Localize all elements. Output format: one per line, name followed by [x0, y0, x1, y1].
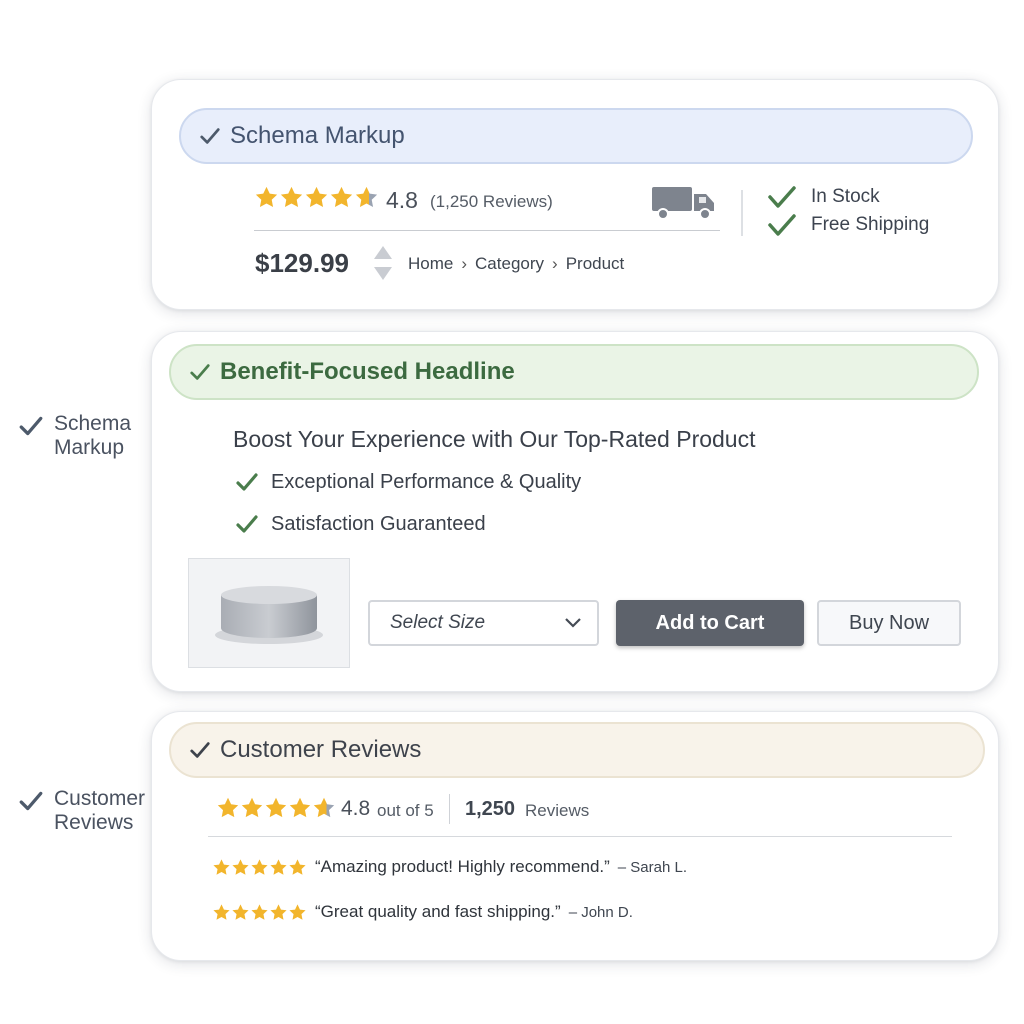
- product-thumbnail[interactable]: [188, 558, 350, 668]
- breadcrumb-home[interactable]: Home: [408, 254, 453, 274]
- rating-stars: [254, 185, 379, 210]
- star-icon: [269, 903, 288, 922]
- add-to-cart-button[interactable]: Add to Cart: [616, 600, 804, 646]
- product-price: $129.99: [255, 248, 349, 278]
- breadcrumb: Home › Category › Product: [408, 254, 624, 274]
- size-select-value: Select Size: [390, 612, 486, 633]
- breadcrumb-category[interactable]: Category: [475, 254, 544, 274]
- customer-reviews-card: Customer Reviews 4.8 out of 5 1,250 Revi…: [151, 711, 999, 961]
- side-label-text: Customer Reviews: [54, 787, 146, 834]
- summary-out-of: out of 5: [377, 801, 434, 820]
- star-icon: [288, 858, 307, 877]
- review-stars: [212, 903, 307, 922]
- side-label-customer-reviews: Customer Reviews: [18, 787, 154, 835]
- review-author: – John D.: [568, 903, 633, 921]
- side-label-schema-markup: Schema Markup: [18, 412, 154, 460]
- review-total: 1,250: [465, 798, 516, 820]
- schema-markup-header: Schema Markup: [179, 108, 973, 164]
- star-icon: [231, 858, 250, 877]
- benefit-bullet-text: Exceptional Performance & Quality: [271, 470, 582, 493]
- review-item: “Amazing product! Highly recommend.” – S…: [212, 857, 687, 877]
- summary-stars: [216, 796, 336, 820]
- star-icon: [250, 858, 269, 877]
- review-author: – Sarah L.: [617, 858, 687, 876]
- free-shipping-label: Free Shipping: [811, 214, 930, 235]
- star-icon: [288, 903, 307, 922]
- schema-markup-card: Schema Markup 4.8 (1,250 Reviews) In Sto…: [151, 79, 999, 310]
- size-select[interactable]: Select Size: [368, 600, 599, 646]
- vertical-divider: [741, 190, 743, 236]
- check-icon: [200, 128, 220, 144]
- breadcrumb-product[interactable]: Product: [566, 254, 625, 274]
- review-quote: “Great quality and fast shipping.”: [315, 902, 561, 921]
- free-shipping-row: Free Shipping: [767, 211, 929, 239]
- star-icon: [231, 903, 250, 922]
- side-label-text: Schema Markup: [54, 412, 132, 459]
- review-item: “Great quality and fast shipping.” – Joh…: [212, 902, 633, 922]
- customer-reviews-title: Customer Reviews: [220, 736, 422, 763]
- customer-reviews-header: Customer Reviews: [169, 722, 985, 778]
- stock-status: In Stock Free Shipping: [767, 183, 929, 239]
- review-stars: [212, 858, 307, 877]
- divider-line: [254, 230, 720, 231]
- rating-value: 4.8: [386, 187, 418, 213]
- breadcrumb-separator: ›: [461, 254, 468, 273]
- headline-header: Benefit-Focused Headline: [169, 344, 979, 400]
- in-stock-row: In Stock: [767, 183, 929, 211]
- star-icon: [288, 796, 312, 820]
- star-icon: [212, 858, 231, 877]
- benefit-bullet: Exceptional Performance & Quality: [235, 470, 581, 494]
- check-icon: [768, 186, 796, 208]
- star-icon: [354, 185, 379, 210]
- buy-now-button[interactable]: Buy Now: [817, 600, 961, 646]
- check-icon: [190, 742, 210, 758]
- star-icon: [312, 796, 336, 820]
- breadcrumb-separator: ›: [552, 254, 558, 273]
- star-icon: [216, 796, 240, 820]
- chevron-down-icon: [565, 618, 581, 628]
- in-stock-label: In Stock: [811, 186, 880, 207]
- check-icon: [236, 473, 258, 491]
- star-icon: [264, 796, 288, 820]
- benefit-bullet: Satisfaction Guaranteed: [235, 512, 486, 536]
- star-icon: [269, 858, 288, 877]
- product-headline: Boost Your Experience with Our Top-Rated…: [233, 426, 756, 452]
- headline-section-title: Benefit-Focused Headline: [220, 358, 515, 385]
- review-quote: “Amazing product! Highly recommend.”: [315, 857, 610, 876]
- benefit-bullet-text: Satisfaction Guaranteed: [271, 512, 486, 535]
- star-icon: [304, 185, 329, 210]
- star-icon: [240, 796, 264, 820]
- headline-card: Benefit-Focused Headline Boost Your Expe…: [151, 331, 999, 692]
- sort-arrows-icon[interactable]: [372, 244, 394, 282]
- star-icon: [254, 185, 279, 210]
- schema-markup-title: Schema Markup: [230, 122, 405, 149]
- review-total-label: Reviews: [525, 801, 590, 820]
- review-count: (1,250 Reviews): [430, 192, 553, 211]
- check-icon: [236, 515, 258, 533]
- product-image: [215, 586, 323, 644]
- check-icon: [19, 416, 43, 436]
- star-icon: [250, 903, 269, 922]
- summary-rating: 4.8: [341, 797, 371, 820]
- check-icon: [190, 364, 210, 380]
- divider-line: [208, 836, 952, 837]
- check-icon: [768, 214, 796, 236]
- star-icon: [329, 185, 354, 210]
- star-icon: [279, 185, 304, 210]
- check-icon: [19, 791, 43, 811]
- star-icon: [212, 903, 231, 922]
- vertical-divider: [449, 794, 450, 824]
- delivery-truck-icon: [652, 187, 714, 220]
